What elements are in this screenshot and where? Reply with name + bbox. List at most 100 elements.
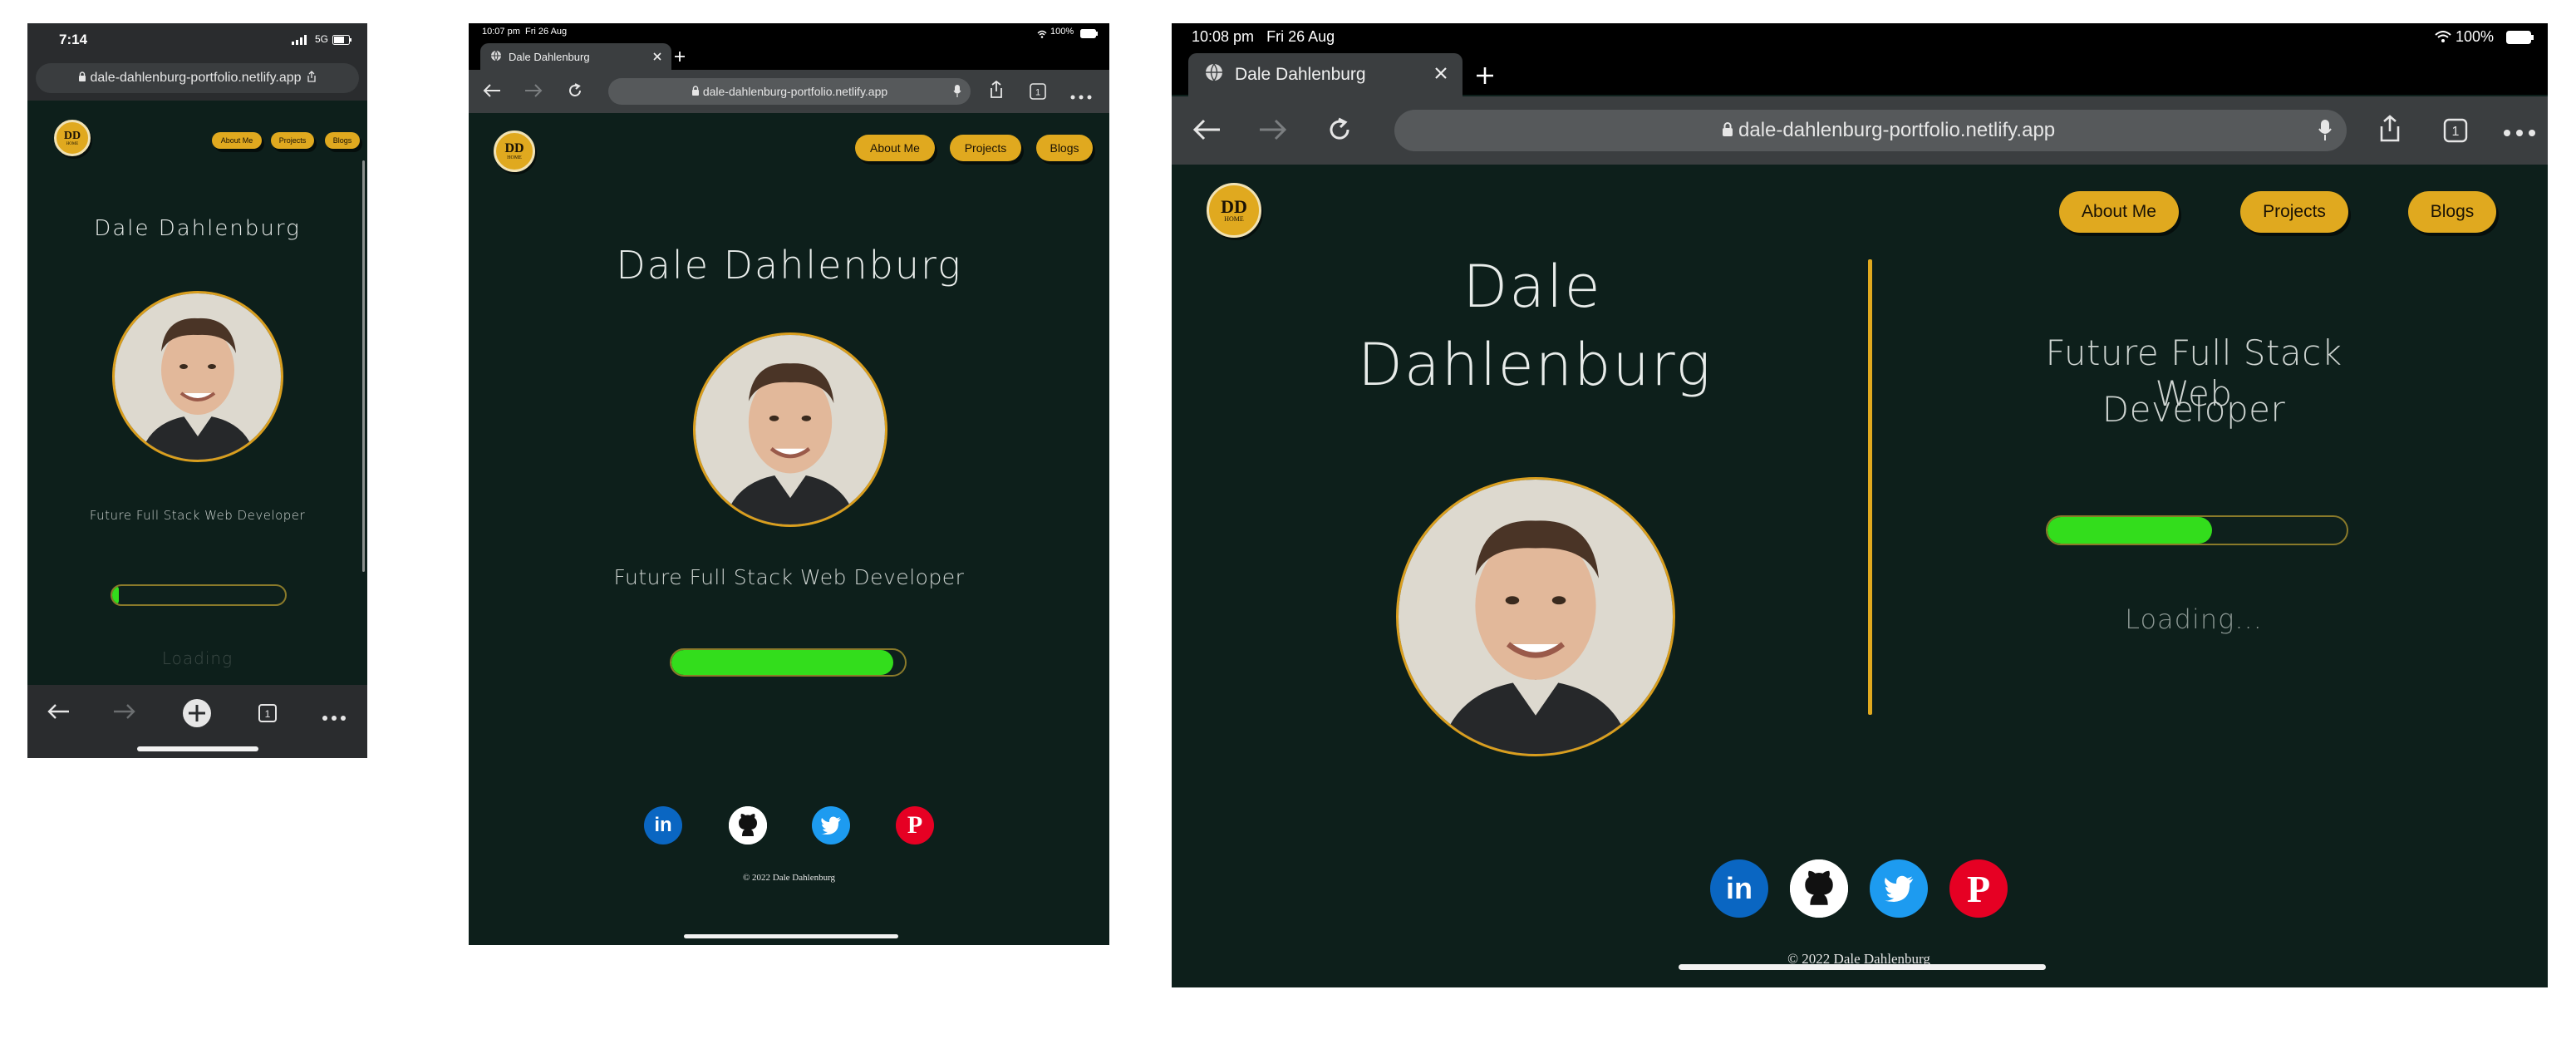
svg-text:1: 1 bbox=[2452, 125, 2460, 139]
reload-icon[interactable] bbox=[1326, 116, 1353, 147]
github-icon[interactable] bbox=[1790, 859, 1848, 918]
tl-profile-photo bbox=[1396, 477, 1675, 756]
phone-time: 7:14 bbox=[59, 32, 88, 47]
tp-address-bar[interactable]: dale-dahlenburg-portfolio.netlify.app bbox=[608, 78, 971, 105]
phone-subtitle: Future Full Stack Web Developer bbox=[89, 508, 306, 523]
nav-projects-button[interactable]: Projects bbox=[271, 132, 314, 149]
tl-battery: 100% bbox=[2456, 28, 2495, 45]
phone-progress-bar bbox=[111, 584, 287, 606]
share-icon[interactable] bbox=[2378, 115, 2401, 147]
tp-profile-photo bbox=[693, 332, 887, 527]
phone-name-heading: Dale Dahlenburg bbox=[94, 216, 301, 241]
phone-network: 5G bbox=[315, 33, 329, 45]
tp-name-heading: Dale Dahlenburg bbox=[616, 243, 962, 288]
forward-icon[interactable] bbox=[112, 703, 137, 724]
tablet-portrait-screenshot: 10:07 pm Fri 26 Aug 100% Dale Dahlenburg… bbox=[469, 23, 1109, 945]
nav-about-me-button[interactable]: About Me bbox=[855, 135, 935, 161]
wifi-icon bbox=[1037, 27, 1047, 42]
tp-subtitle: Future Full Stack Web Developer bbox=[613, 565, 965, 589]
logo-text: DD bbox=[1221, 196, 1247, 217]
battery-icon bbox=[332, 34, 352, 45]
svg-text:1: 1 bbox=[1035, 88, 1040, 98]
tl-subtitle-line-2: Developer bbox=[2102, 389, 2286, 430]
tp-logo-home[interactable]: DD HOME bbox=[494, 130, 535, 172]
tl-name-line-2: Dahlenburg bbox=[1358, 331, 1713, 399]
logo-subtext: HOME bbox=[1224, 215, 1244, 223]
tl-time: 10:08 pm Fri 26 Aug bbox=[1192, 28, 1335, 45]
globe-icon bbox=[1205, 63, 1223, 86]
lock-icon bbox=[691, 85, 700, 98]
battery-icon bbox=[1080, 27, 1099, 42]
forward-icon[interactable] bbox=[524, 83, 543, 102]
nav-about-me-button[interactable]: About Me bbox=[2059, 191, 2179, 233]
linkedin-icon[interactable]: in bbox=[1710, 859, 1768, 918]
phone-url: dale-dahlenburg-portfolio.netlify.app bbox=[90, 71, 302, 85]
phone-screenshot: 7:14 5G dale-dahlenburg-portfolio.netlif… bbox=[27, 23, 367, 758]
forward-icon[interactable] bbox=[1258, 118, 1288, 145]
tabs-icon[interactable]: 1 bbox=[1030, 83, 1046, 104]
logo-text: DD bbox=[504, 141, 524, 155]
github-icon[interactable] bbox=[729, 806, 767, 844]
phone-logo-home[interactable]: DD HOME bbox=[54, 120, 91, 156]
back-icon[interactable] bbox=[482, 83, 502, 102]
tl-logo-home[interactable]: DD HOME bbox=[1207, 183, 1261, 238]
microphone-icon[interactable] bbox=[2318, 120, 2332, 145]
tp-progress-bar bbox=[670, 648, 907, 677]
tl-progress-fill bbox=[2048, 517, 2212, 544]
more-icon[interactable] bbox=[1070, 89, 1092, 104]
tl-tab-title: Dale Dahlenburg bbox=[1235, 65, 1366, 84]
add-tab-icon[interactable] bbox=[1474, 65, 1496, 91]
twitter-icon[interactable] bbox=[812, 806, 850, 844]
pinterest-icon[interactable]: P bbox=[896, 806, 934, 844]
nav-blogs-button[interactable]: Blogs bbox=[2408, 191, 2496, 233]
lock-icon bbox=[1722, 119, 1733, 142]
phone-profile-photo bbox=[112, 291, 283, 462]
tl-name-line-1: Dale bbox=[1463, 253, 1602, 321]
close-tab-icon[interactable] bbox=[1434, 65, 1448, 85]
tp-progress-fill bbox=[671, 650, 893, 675]
nav-projects-button[interactable]: Projects bbox=[2240, 191, 2348, 233]
tl-loading-text: Loading... bbox=[2125, 603, 2263, 635]
tabs-icon[interactable]: 1 bbox=[2443, 118, 2468, 147]
tl-url: dale-dahlenburg-portfolio.netlify.app bbox=[1738, 119, 2056, 141]
nav-about-me-button[interactable]: About Me bbox=[212, 132, 262, 149]
home-indicator bbox=[1679, 964, 2046, 970]
home-indicator bbox=[137, 746, 258, 751]
phone-address-bar[interactable]: dale-dahlenburg-portfolio.netlify.app bbox=[36, 63, 359, 93]
tl-progress-bar bbox=[2046, 515, 2348, 545]
linkedin-icon[interactable]: in bbox=[644, 806, 682, 844]
more-icon[interactable] bbox=[322, 711, 347, 726]
share-icon[interactable] bbox=[989, 80, 1004, 103]
lock-icon bbox=[78, 71, 86, 86]
nav-projects-button[interactable]: Projects bbox=[950, 135, 1021, 161]
svg-text:1: 1 bbox=[265, 708, 271, 720]
add-tab-icon[interactable] bbox=[673, 50, 686, 67]
back-icon[interactable] bbox=[46, 703, 71, 724]
twitter-icon[interactable] bbox=[1870, 859, 1928, 918]
signal-icon bbox=[292, 34, 310, 45]
tl-address-bar[interactable]: dale-dahlenburg-portfolio.netlify.app bbox=[1394, 110, 2347, 151]
nav-blogs-button[interactable]: Blogs bbox=[1036, 135, 1093, 161]
logo-subtext: HOME bbox=[507, 155, 522, 160]
reload-icon[interactable] bbox=[567, 82, 583, 103]
tablet-landscape-screenshot: 10:08 pm Fri 26 Aug 100% Dale Dahlenburg… bbox=[1172, 23, 2548, 987]
new-tab-icon[interactable] bbox=[182, 698, 212, 732]
more-icon[interactable] bbox=[2503, 126, 2536, 141]
logo-text: DD bbox=[63, 129, 81, 142]
tabs-icon[interactable]: 1 bbox=[258, 703, 278, 727]
tl-tab[interactable]: Dale Dahlenburg bbox=[1188, 53, 1463, 96]
wifi-icon bbox=[2435, 30, 2451, 47]
phone-loading-text: Loading bbox=[161, 648, 234, 668]
home-indicator bbox=[684, 934, 898, 938]
close-tab-icon[interactable] bbox=[653, 51, 661, 63]
logo-subtext: HOME bbox=[66, 141, 79, 146]
tp-tab[interactable]: Dale Dahlenburg bbox=[480, 43, 671, 70]
microphone-icon[interactable] bbox=[953, 85, 961, 102]
back-icon[interactable] bbox=[1192, 118, 1222, 145]
share-icon[interactable] bbox=[307, 70, 317, 86]
pinterest-icon[interactable]: P bbox=[1949, 859, 2008, 918]
tp-battery: 100% bbox=[1050, 27, 1074, 37]
tl-status-bar bbox=[1172, 23, 2548, 52]
nav-blogs-button[interactable]: Blogs bbox=[325, 132, 360, 149]
globe-icon bbox=[490, 50, 502, 64]
